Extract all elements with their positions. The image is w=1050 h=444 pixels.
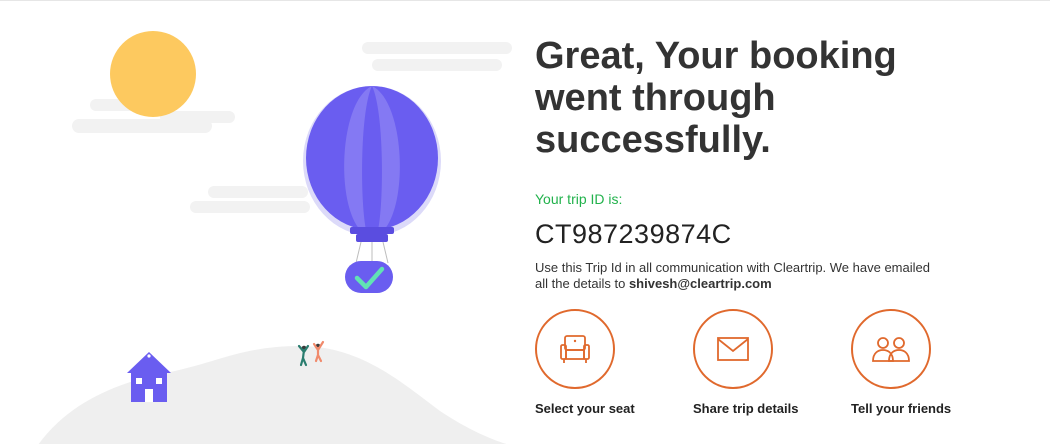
seat-icon [560, 335, 590, 363]
people-icon [872, 337, 910, 362]
hot-air-balloon-icon [303, 86, 441, 293]
envelope-icon [717, 337, 749, 361]
trip-id-note: Use this Trip Id in all communication wi… [535, 260, 935, 292]
trip-id-value: CT987239874C [535, 219, 732, 249]
cloud-top [362, 42, 512, 71]
cloud-middle [190, 186, 310, 213]
tell-friends-action[interactable]: Tell your friends [851, 309, 991, 416]
share-trip-label[interactable]: Share trip details [693, 401, 833, 416]
house-icon [127, 352, 171, 402]
share-trip-button[interactable] [693, 309, 773, 389]
hill [38, 346, 507, 444]
select-seat-label[interactable]: Select your seat [535, 401, 675, 416]
trip-id-label: Your trip ID is: [535, 191, 623, 207]
confirmation-panel: Great, Your booking went through success… [535, 35, 1015, 416]
tell-friends-button[interactable] [851, 309, 931, 389]
select-seat-button[interactable] [535, 309, 615, 389]
select-seat-action[interactable]: Select your seat [535, 309, 675, 416]
contact-email: shivesh@cleartrip.com [628, 276, 772, 291]
tell-friends-label[interactable]: Tell your friends [851, 401, 991, 416]
page-title: Great, Your booking went through success… [535, 35, 897, 161]
share-trip-action[interactable]: Share trip details [693, 309, 833, 416]
booking-confirmation-page: Great, Your booking went through success… [0, 0, 1050, 444]
celebration-illustration [38, 31, 512, 444]
sun-icon [110, 31, 196, 117]
post-booking-actions: Select your seat Share trip details Tell… [535, 309, 1015, 429]
